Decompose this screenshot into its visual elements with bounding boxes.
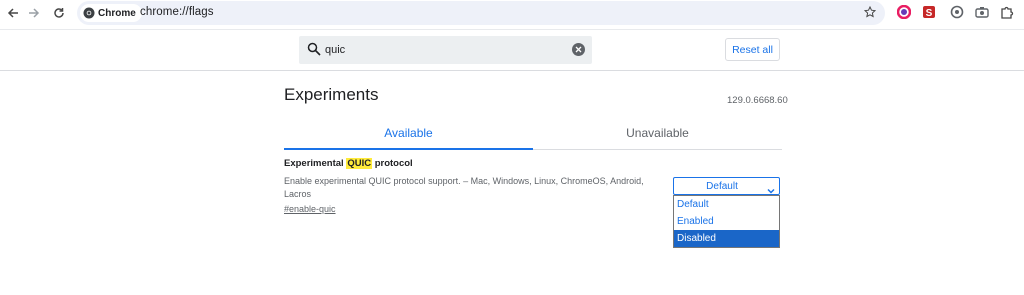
tab-unavailable[interactable]: Unavailable bbox=[533, 126, 782, 148]
experiment-title: Experimental QUIC protocol bbox=[284, 158, 413, 169]
svg-text:S: S bbox=[926, 8, 933, 19]
version-label: 129.0.6668.60 bbox=[727, 95, 788, 106]
forward-icon[interactable] bbox=[26, 5, 42, 21]
reload-icon[interactable] bbox=[51, 5, 67, 21]
circle-extension-icon[interactable] bbox=[950, 5, 964, 19]
reset-all-button[interactable]: Reset all bbox=[725, 38, 780, 61]
chrome-logo-icon bbox=[83, 7, 95, 19]
experiment-state-select[interactable]: Default bbox=[673, 177, 780, 195]
search-input[interactable] bbox=[325, 42, 565, 58]
clear-search-icon[interactable] bbox=[572, 43, 585, 56]
experiment-permalink[interactable]: #enable-quic bbox=[284, 204, 336, 214]
address-bar[interactable]: Chrome chrome://flags bbox=[77, 1, 885, 25]
option-default[interactable]: Default bbox=[674, 196, 779, 213]
option-enabled[interactable]: Enabled bbox=[674, 213, 779, 230]
color-picker-extension-icon[interactable] bbox=[897, 5, 911, 19]
experiment-description: Enable experimental QUIC protocol suppor… bbox=[284, 176, 644, 199]
camera-extension-icon[interactable] bbox=[975, 5, 989, 19]
search-icon bbox=[307, 42, 321, 61]
toolbar-divider bbox=[0, 29, 1024, 30]
page-title: Experiments bbox=[284, 85, 379, 104]
header-divider bbox=[0, 70, 1024, 71]
back-icon[interactable] bbox=[5, 5, 21, 21]
select-current-value: Default bbox=[706, 181, 738, 192]
chrome-chip[interactable]: Chrome bbox=[80, 4, 142, 22]
s-extension-icon[interactable]: S bbox=[922, 5, 936, 19]
option-disabled[interactable]: Disabled bbox=[674, 230, 779, 247]
experiment-title-prefix: Experimental bbox=[284, 158, 347, 169]
url-text[interactable]: chrome://flags bbox=[140, 6, 214, 18]
tab-available[interactable]: Available bbox=[284, 126, 533, 148]
extensions-puzzle-icon[interactable] bbox=[1000, 5, 1014, 19]
browser-toolbar: Chrome chrome://flags S bbox=[0, 0, 1024, 27]
active-tab-indicator bbox=[284, 148, 533, 150]
search-highlight: QUIC bbox=[346, 158, 373, 169]
select-options-list: Default Enabled Disabled bbox=[673, 195, 780, 248]
experiment-title-suffix: protocol bbox=[372, 158, 413, 169]
chip-label: Chrome bbox=[98, 7, 136, 19]
search-box[interactable] bbox=[299, 36, 592, 64]
star-icon[interactable] bbox=[863, 5, 877, 23]
